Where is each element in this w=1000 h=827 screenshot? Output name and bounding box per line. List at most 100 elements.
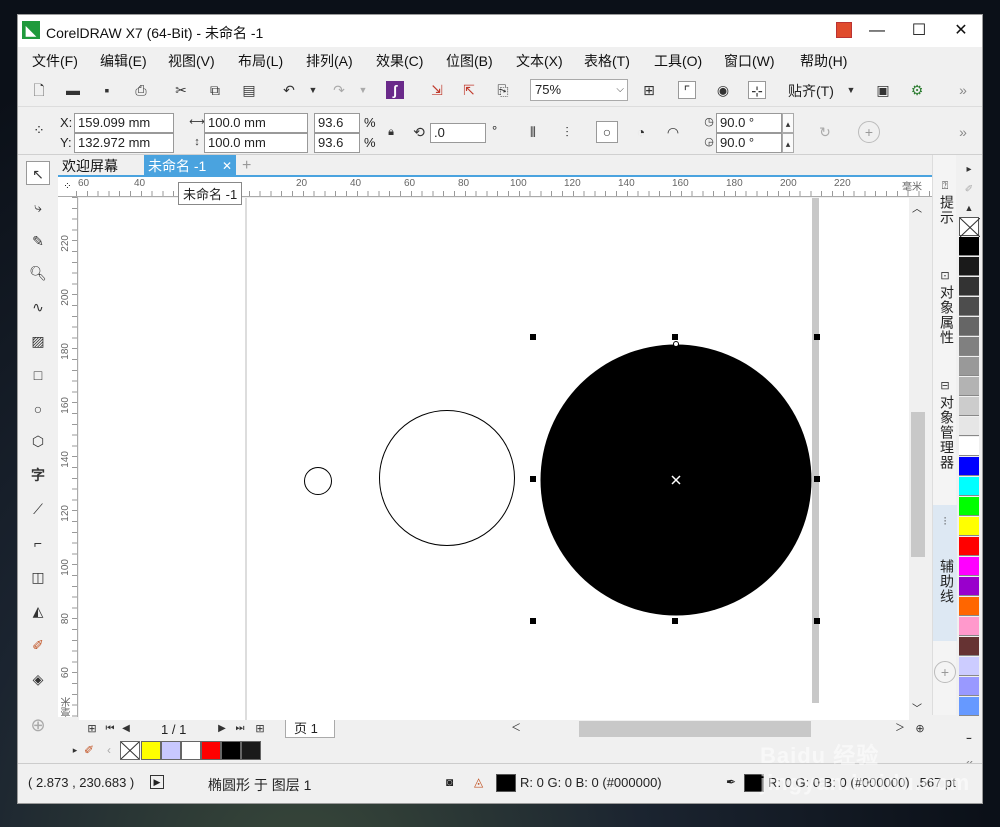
zoom-tool-icon[interactable]: 🔍︎ [26,261,50,285]
selection-handle[interactable] [672,618,678,624]
redo-icon[interactable]: ↷ [330,81,348,99]
palette-eyedropper-icon[interactable]: ✐ [960,181,978,199]
transparency-tool-icon[interactable]: ◭ [26,599,50,623]
selection-handle[interactable] [530,476,536,482]
start-angle-spinner[interactable]: ▴ [782,113,794,133]
close-tab-icon[interactable]: ✕ [222,155,232,177]
export-icon[interactable]: ⇱ [460,81,478,99]
page-tab-1[interactable]: 页 1 [285,720,335,738]
add-tool-icon[interactable]: ⊕ [26,713,50,737]
menu-table[interactable]: 表格(T) [584,51,630,71]
palette-swatch[interactable] [959,697,979,716]
scale-x-field[interactable]: 93.6 [314,113,360,133]
menu-help[interactable]: 帮助(H) [800,51,847,71]
selection-handle[interactable] [814,334,820,340]
smart-fill-tool-icon[interactable]: ▨ [26,329,50,353]
menu-file[interactable]: 文件(F) [32,51,78,71]
docker-tab-hints[interactable]: 提示 [937,195,957,225]
search-content-icon[interactable]: ʃ [386,81,404,99]
palette-swatch[interactable] [959,677,979,696]
scroll-left-icon[interactable]: ＜ [507,720,525,738]
palette-swatch[interactable] [959,397,979,416]
fill-color-swatch[interactable] [496,774,516,792]
palette-swatch[interactable] [959,477,979,496]
tab-welcome-screen[interactable]: 欢迎屏幕 [58,155,122,177]
selection-handle[interactable] [814,618,820,624]
palette-swatch[interactable] [959,437,979,456]
paste-icon[interactable]: ▤ [240,81,258,99]
show-guidelines-icon[interactable]: ⊹ [748,81,766,99]
show-rulers-icon[interactable]: ⌜ [678,81,696,99]
palette-swatch[interactable] [959,337,979,356]
palette-swatch[interactable] [959,577,979,596]
palette-swatch[interactable] [959,277,979,296]
next-page-icon[interactable]: ▶ [213,720,231,738]
vertical-scrollbar[interactable]: ︿ ﹀ [909,198,927,720]
color-proof-icon[interactable]: ◙ [446,775,453,789]
add-page-before-icon[interactable]: ⊞ [83,720,101,738]
palette-swatch[interactable] [959,557,979,576]
direction-icon[interactable]: ↻ [816,123,834,141]
end-angle-field[interactable]: 90.0 ° [716,133,782,153]
y-position-field[interactable]: 132.972 mm [74,133,174,153]
hints-docker-icon[interactable]: ⍰ [936,177,954,195]
interactive-fill-tool-icon[interactable]: ◈ [26,667,50,691]
menu-bitmaps[interactable]: 位图(B) [446,51,493,71]
add-docker-icon[interactable]: + [934,661,956,683]
palette-swatch[interactable] [959,457,979,476]
docker-tab-object-manager[interactable]: 对象管理器 [937,395,957,470]
shape-tool-icon[interactable]: ⤷ [26,195,50,219]
width-field[interactable]: 100.0 mm [204,113,308,133]
show-grid-icon[interactable]: ◉ [714,81,732,99]
ellipse-tool-icon[interactable]: ○ [26,397,50,421]
object-properties-docker-icon[interactable]: ⊡ [936,267,954,285]
propbar-overflow-icon[interactable]: » [954,123,972,141]
freehand-tool-icon[interactable]: ∿ [26,295,50,319]
import-icon[interactable]: ⇲ [428,81,446,99]
minimize-button[interactable]: — [856,15,898,47]
selection-handle[interactable] [530,618,536,624]
rotation-angle-field[interactable]: .0 [430,123,486,143]
palette-swatch[interactable] [959,297,979,316]
mirror-vertical-icon[interactable]: ⫶ [558,123,576,141]
cut-icon[interactable]: ✂ [172,81,190,99]
docker-tab-guides[interactable]: 辅助线 [937,559,957,604]
selection-handle[interactable] [530,334,536,340]
guides-docker-icon[interactable]: ⫶ [936,513,954,531]
new-tab-icon[interactable]: + [238,155,255,177]
doc-palette-eyedropper-icon[interactable]: ✐ [80,741,98,759]
menu-effects[interactable]: 效果(C) [376,51,423,71]
pick-tool-icon[interactable]: ↖ [26,161,50,185]
height-field[interactable]: 100.0 mm [204,133,308,153]
last-page-icon[interactable]: ⏭ [231,720,249,738]
doc-palette-swatch[interactable] [201,741,221,760]
color-eyedropper-tool-icon[interactable]: ✐ [26,633,50,657]
no-color-swatch[interactable] [959,217,981,238]
doc-palette-swatch[interactable] [181,741,201,760]
crop-tool-icon[interactable]: ✎ [26,229,50,253]
selection-handle[interactable] [814,476,820,482]
full-screen-preview-icon[interactable]: ⊞ [640,81,658,99]
ruler-origin-icon[interactable]: ⁘ [58,177,78,197]
mirror-horizontal-icon[interactable]: ⫴ [524,123,542,141]
object-manager-docker-icon[interactable]: ⊟ [936,377,954,395]
scroll-up-icon[interactable]: ︿ [912,200,922,215]
add-page-after-icon[interactable]: ⊞ [251,720,269,738]
palette-swatch[interactable] [959,657,979,676]
options-icon[interactable]: ▣ [874,81,892,99]
doc-palette-swatch[interactable] [221,741,241,760]
palette-swatch[interactable] [959,377,979,396]
drawing-canvas[interactable] [79,198,919,720]
tab-untitled-1[interactable]: 未命名 -1 ✕ [144,155,236,177]
new-document-icon[interactable]: 🗋 [30,81,48,99]
menu-arrange[interactable]: 排列(A) [306,51,353,71]
palette-swatch[interactable] [959,517,979,536]
palette-scroll-up-icon[interactable]: ▲ [960,199,978,217]
copy-icon[interactable]: ⧉ [206,81,224,99]
drawing-surface[interactable] [79,198,919,720]
publish-pdf-icon[interactable]: ⎘ [494,81,512,99]
rectangle-tool-icon[interactable]: □ [26,363,50,387]
zoom-navigator-icon[interactable]: ⊕ [911,720,929,738]
palette-swatch[interactable] [959,617,979,636]
menu-text[interactable]: 文本(X) [516,51,563,71]
